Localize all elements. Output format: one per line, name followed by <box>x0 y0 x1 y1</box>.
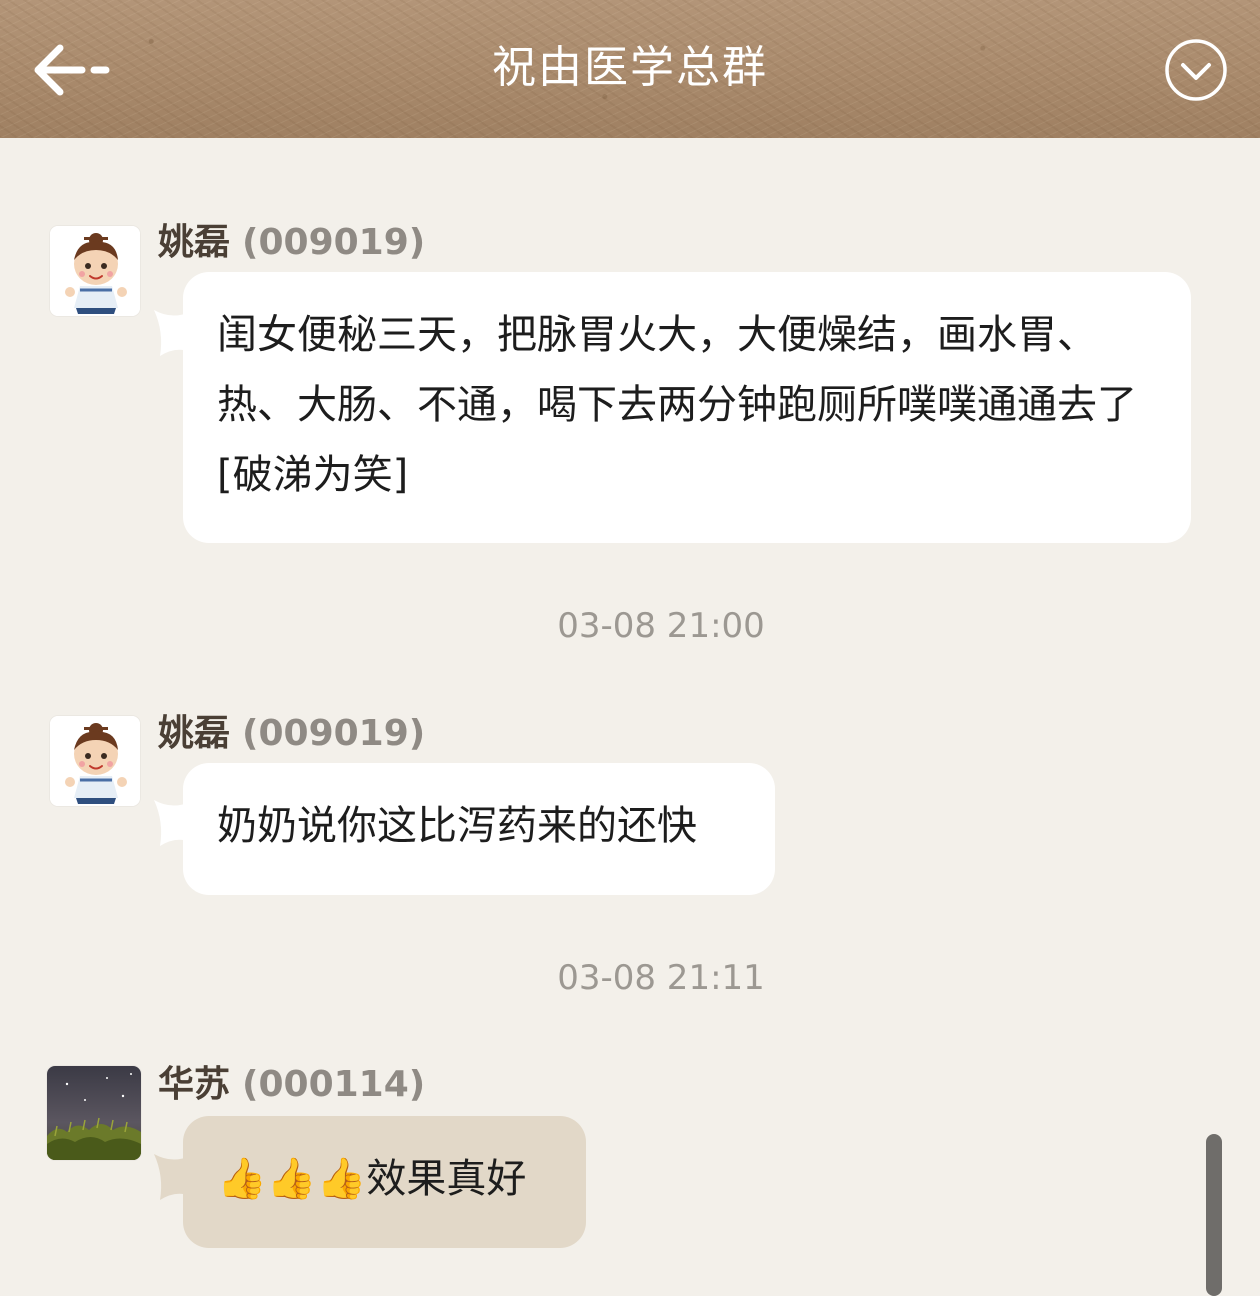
expand-menu-button[interactable] <box>1164 38 1228 102</box>
chat-header: 祝由医学总群 <box>0 0 1260 138</box>
message-bubble[interactable]: 奶奶说你这比泻药来的还快 <box>183 763 775 895</box>
message-text: 闺女便秘三天，把脉胃火大，大便燥结，画水胃、热、大肠、不通，喝下去两分钟跑厕所噗… <box>217 312 1137 498</box>
sender-id: (009019) <box>242 222 426 263</box>
sender-label: 姚磊 (009019) <box>158 221 425 265</box>
sender-name: 姚磊 <box>158 713 231 754</box>
sender-label: 姚磊 (009019) <box>158 712 425 756</box>
avatar[interactable] <box>50 226 140 316</box>
message-bubble[interactable]: 👍👍👍效果真好 <box>183 1116 586 1248</box>
message-bubble[interactable]: 闺女便秘三天，把脉胃火大，大便燥结，画水胃、热、大肠、不通，喝下去两分钟跑厕所噗… <box>183 272 1191 543</box>
scrollbar[interactable] <box>1206 1134 1222 1296</box>
cartoon-child-avatar-icon <box>50 716 140 806</box>
timestamp: 03-08 21:00 <box>557 606 765 646</box>
chevron-down-circle-icon <box>1165 39 1227 101</box>
chat-title: 祝由医学总群 <box>492 42 768 93</box>
avatar[interactable] <box>47 1066 141 1160</box>
sender-id: (000114) <box>242 1064 426 1105</box>
timestamp: 03-08 21:11 <box>557 958 765 998</box>
message-text: 👍👍👍效果真好 <box>217 1156 527 1202</box>
cartoon-child-avatar-icon <box>50 226 140 316</box>
sender-name: 华苏 <box>158 1064 231 1105</box>
sender-id: (009019) <box>242 713 426 754</box>
sender-label: 华苏 (000114) <box>158 1063 425 1107</box>
sender-name: 姚磊 <box>158 222 231 263</box>
night-sky-grass-avatar-icon <box>47 1066 141 1160</box>
avatar[interactable] <box>50 716 140 806</box>
message-text: 奶奶说你这比泻药来的还快 <box>217 803 697 849</box>
